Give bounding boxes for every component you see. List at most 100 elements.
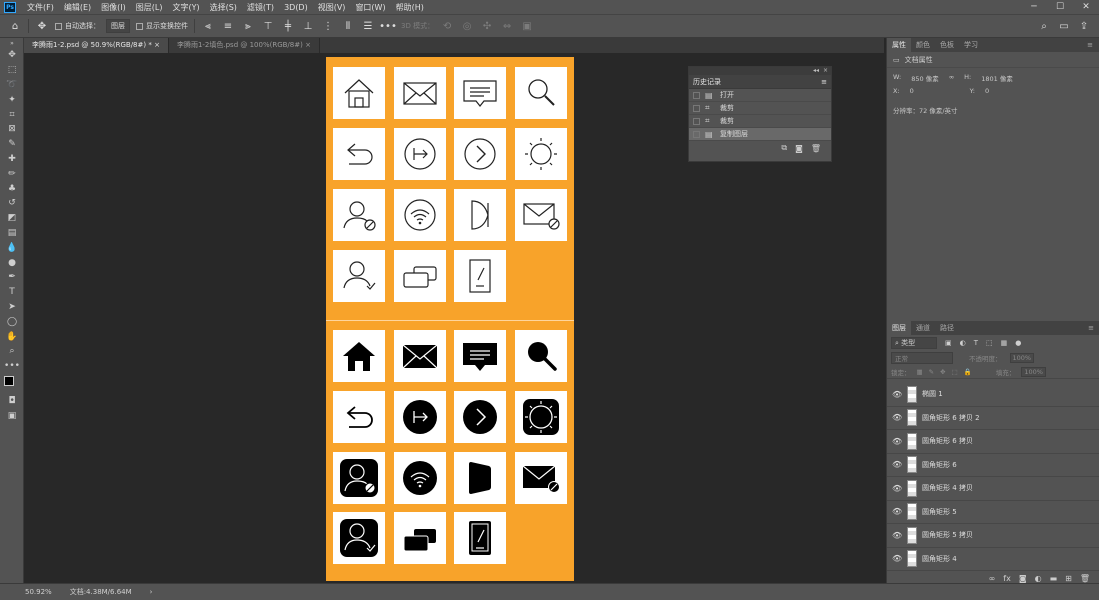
opacity-input[interactable]: 100% — [1009, 353, 1035, 363]
width-value[interactable]: 850 像素 — [911, 73, 938, 83]
collapse-icon[interactable]: ◂◂ — [813, 67, 819, 75]
dodge-tool-icon[interactable]: ● — [0, 255, 24, 270]
x-value[interactable]: 0 — [910, 87, 960, 95]
type-tool-icon[interactable]: T — [0, 285, 24, 300]
brush-tool-icon[interactable]: ✏ — [0, 166, 24, 181]
history-item-selected[interactable]: ▤ 复制图层 — [689, 128, 831, 141]
menu-view[interactable]: 视图(V) — [313, 2, 351, 13]
new-document-from-state-icon[interactable]: ⧉ — [781, 143, 787, 153]
layer-row[interactable]: 👁 圆角矩形 6 拷贝 — [887, 430, 1099, 454]
menu-image[interactable]: 图像(I) — [96, 2, 131, 13]
3d-orbit-icon[interactable]: ⟲ — [440, 19, 454, 33]
home-button-icon[interactable]: ⌂ — [8, 19, 22, 33]
healing-brush-tool-icon[interactable]: ✚ — [0, 152, 24, 167]
eye-icon[interactable]: 👁 — [892, 460, 902, 469]
align-center-icon[interactable]: ≡ — [221, 19, 235, 33]
lasso-tool-icon[interactable]: ➰ — [0, 78, 24, 93]
align-bottom-icon[interactable]: ⊥ — [301, 19, 315, 33]
filter-adjust-icon[interactable]: ◐ — [960, 339, 966, 347]
layer-row[interactable]: 👁 椭圆 1 — [887, 383, 1099, 407]
crop-tool-icon[interactable]: ⌗ — [0, 107, 24, 122]
minimize-icon[interactable]: ─ — [1021, 0, 1047, 14]
menu-filter[interactable]: 滤镜(T) — [242, 2, 279, 13]
distribute-h-icon[interactable]: ⫴ — [341, 19, 355, 33]
lock-all-icon[interactable]: 🔒 — [964, 368, 972, 376]
eye-icon[interactable]: 👁 — [892, 484, 902, 493]
tab-learn[interactable]: 学习 — [959, 38, 983, 52]
auto-select-dropdown[interactable]: 图层 — [106, 19, 130, 33]
eye-icon[interactable]: 👁 — [892, 531, 902, 540]
layer-row[interactable]: 👁 圆角矩形 5 拷贝 — [887, 524, 1099, 548]
filter-pixel-icon[interactable]: ▣ — [945, 339, 952, 347]
shape-tool-icon[interactable]: ◯ — [0, 314, 24, 329]
panel-menu-icon[interactable]: ≡ — [821, 75, 827, 88]
filter-shape-icon[interactable]: ⬚ — [986, 339, 993, 347]
frame-tool-icon[interactable]: ⊠ — [0, 122, 24, 137]
3d-slide-icon[interactable]: ⇔ — [500, 19, 514, 33]
eye-icon[interactable]: 👁 — [892, 554, 902, 563]
zoom-level[interactable]: 50.92% — [25, 588, 52, 596]
lock-artboard-icon[interactable]: ⬚ — [952, 368, 958, 376]
auto-select-checkbox[interactable]: 自动选择： — [55, 21, 100, 31]
hand-tool-icon[interactable]: ✋ — [0, 329, 24, 344]
snapshot-icon[interactable]: ◙ — [795, 144, 803, 153]
tab-close-icon[interactable]: × — [154, 41, 160, 49]
layer-row[interactable]: 👁 圆角矩形 6 — [887, 454, 1099, 477]
history-checkbox[interactable] — [693, 130, 700, 138]
menu-select[interactable]: 选择(S) — [205, 2, 242, 13]
menu-type[interactable]: 文字(Y) — [167, 2, 204, 13]
eye-icon[interactable]: 👁 — [892, 390, 902, 399]
foreground-color-swatch[interactable] — [4, 375, 14, 386]
3d-scale-icon[interactable]: ▣ — [520, 19, 534, 33]
layer-row[interactable]: 👁 圆角矩形 5 — [887, 501, 1099, 524]
layer-filter-dropdown[interactable]: ⌕ 类型 — [891, 337, 937, 349]
magic-wand-tool-icon[interactable]: ✦ — [0, 92, 24, 107]
eyedropper-tool-icon[interactable]: ✎ — [0, 137, 24, 152]
screen-mode-icon[interactable]: ▣ — [0, 408, 24, 423]
panel-menu-icon[interactable]: ≡ — [1083, 321, 1099, 335]
link-layers-icon[interactable]: ∞ — [989, 574, 996, 583]
fill-input[interactable]: 100% — [1021, 366, 1046, 377]
eye-icon[interactable]: 👁 — [892, 413, 902, 422]
history-item[interactable]: ▤ 打开 — [689, 89, 831, 102]
menu-file[interactable]: 文件(F) — [22, 2, 59, 13]
clone-stamp-tool-icon[interactable]: ♣ — [0, 181, 24, 196]
tab-document-1[interactable]: 李腾雨1-2.psd @ 50.9%(RGB/8#) * × — [24, 38, 169, 53]
toolbar-collapse-icon[interactable]: » — [0, 38, 24, 48]
tab-paths[interactable]: 路径 — [935, 321, 959, 335]
new-layer-icon[interactable]: ⊞ — [1065, 574, 1072, 583]
filter-toggle-icon[interactable]: ● — [1015, 339, 1021, 347]
move-tool-icon[interactable]: ✥ — [35, 19, 49, 33]
tab-properties[interactable]: 属性 — [887, 38, 911, 52]
filter-type-icon[interactable]: T — [974, 339, 978, 347]
history-item[interactable]: ⌗ 裁剪 — [689, 102, 831, 115]
layer-row[interactable]: 👁 圆角矩形 4 — [887, 548, 1099, 571]
eraser-tool-icon[interactable]: ◩ — [0, 211, 24, 226]
history-checkbox[interactable] — [693, 117, 700, 125]
tab-channels[interactable]: 通道 — [911, 321, 935, 335]
y-value[interactable]: 0 — [985, 87, 989, 95]
history-brush-tool-icon[interactable]: ↺ — [0, 196, 24, 211]
show-transform-checkbox[interactable]: 显示变换控件 — [136, 21, 188, 31]
align-middle-icon[interactable]: ╪ — [281, 19, 295, 33]
gradient-tool-icon[interactable]: ▤ — [0, 226, 24, 241]
panel-menu-icon[interactable]: ≡ — [1082, 38, 1099, 52]
layer-row[interactable]: 👁 圆角矩形 6 拷贝 2 — [887, 407, 1099, 430]
move-tool-icon[interactable]: ✥ — [0, 48, 24, 63]
tab-document-2[interactable]: 李腾雨1-2填色.psd @ 100%(RGB/8#) × — [168, 38, 320, 53]
close-panel-icon[interactable]: × — [823, 67, 828, 75]
align-left-icon[interactable]: ⫷ — [201, 19, 215, 33]
align-right-icon[interactable]: ⫸ — [241, 19, 255, 33]
maximize-icon[interactable]: ☐ — [1047, 0, 1073, 14]
eye-icon[interactable]: 👁 — [892, 507, 902, 516]
link-icon[interactable]: ∞ — [949, 73, 954, 83]
delete-layer-icon[interactable]: 🗑 — [1080, 574, 1090, 583]
lock-position-icon[interactable]: ✥ — [940, 368, 945, 376]
color-swatches[interactable] — [0, 374, 24, 394]
menu-window[interactable]: 窗口(W) — [350, 2, 390, 13]
align-top-icon[interactable]: ⊤ — [261, 19, 275, 33]
menu-3d[interactable]: 3D(D) — [279, 3, 313, 12]
menu-edit[interactable]: 编辑(E) — [59, 2, 96, 13]
layer-row[interactable]: 👁 圆角矩形 4 拷贝 — [887, 477, 1099, 501]
distribute-icon[interactable]: ⋮ — [321, 19, 335, 33]
